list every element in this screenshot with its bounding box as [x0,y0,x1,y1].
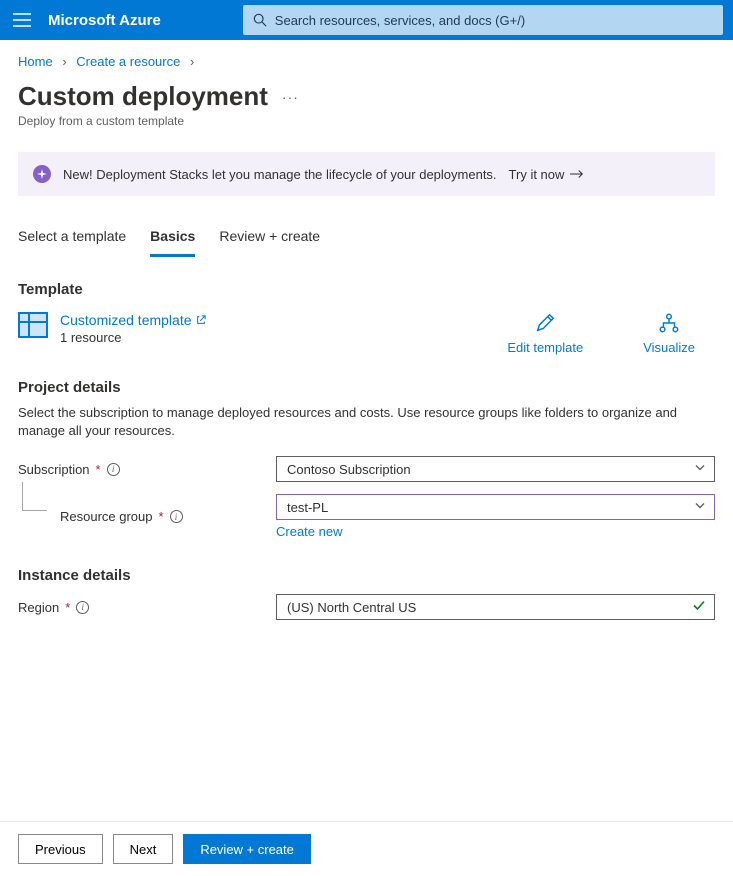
global-search[interactable] [243,5,723,35]
chevron-right-icon: › [190,54,194,69]
template-heading: Template [18,281,715,298]
chevron-down-icon [694,500,706,515]
arrow-right-icon [570,169,584,179]
tabs: Select a template Basics Review + create [18,222,715,257]
info-icon[interactable]: i [76,601,89,614]
breadcrumb-home[interactable]: Home [18,54,53,69]
template-icon [18,312,48,338]
info-banner: New! Deployment Stacks let you manage th… [18,152,715,196]
edit-template-button[interactable]: Edit template [507,312,583,355]
compass-icon [33,165,51,183]
review-create-button[interactable]: Review + create [183,834,311,864]
pencil-icon [534,312,556,334]
tab-review-create[interactable]: Review + create [219,222,320,257]
create-new-rg-link[interactable]: Create new [276,524,342,539]
customized-template-link[interactable]: Customized template [60,312,206,328]
topbar: Microsoft Azure [0,0,733,40]
instance-details-heading: Instance details [18,567,715,584]
info-icon[interactable]: i [170,510,183,523]
tab-select-template[interactable]: Select a template [18,222,126,257]
visualize-button[interactable]: Visualize [643,312,695,355]
region-label: Region [18,600,59,615]
resource-group-label: Resource group [60,509,153,524]
required-indicator: * [159,509,164,524]
banner-text: New! Deployment Stacks let you manage th… [63,167,497,182]
required-indicator: * [65,600,70,615]
breadcrumb-create-resource[interactable]: Create a resource [76,54,180,69]
brand-label: Microsoft Azure [44,12,173,29]
search-input[interactable] [275,13,713,28]
template-resource-count: 1 resource [60,330,206,345]
content-area: New! Deployment Stacks let you manage th… [0,134,733,821]
checkmark-icon [692,599,706,616]
info-icon[interactable]: i [107,463,120,476]
hierarchy-icon [658,312,680,334]
banner-try-link[interactable]: Try it now [509,167,585,182]
chevron-right-icon: › [62,54,66,69]
breadcrumb: Home › Create a resource › [0,40,733,77]
previous-button[interactable]: Previous [18,834,103,864]
required-indicator: * [96,462,101,477]
page-title: Custom deployment [18,81,268,112]
hamburger-menu-button[interactable] [0,0,44,40]
page-subtitle: Deploy from a custom template [18,114,715,128]
search-icon [253,13,267,27]
project-details-description: Select the subscription to manage deploy… [18,404,698,440]
subscription-label: Subscription [18,462,90,477]
subscription-dropdown[interactable]: Contoso Subscription [276,456,715,482]
next-button[interactable]: Next [113,834,174,864]
more-actions-button[interactable]: ··· [282,89,299,105]
resource-group-dropdown[interactable]: test-PL [276,494,715,520]
project-details-heading: Project details [18,379,715,396]
external-link-icon [196,315,206,325]
region-dropdown[interactable]: (US) North Central US [276,594,715,620]
page-header: Custom deployment ··· Deploy from a cust… [0,77,733,134]
tab-basics[interactable]: Basics [150,222,195,257]
footer-actions: Previous Next Review + create [0,821,733,876]
chevron-down-icon [694,462,706,477]
